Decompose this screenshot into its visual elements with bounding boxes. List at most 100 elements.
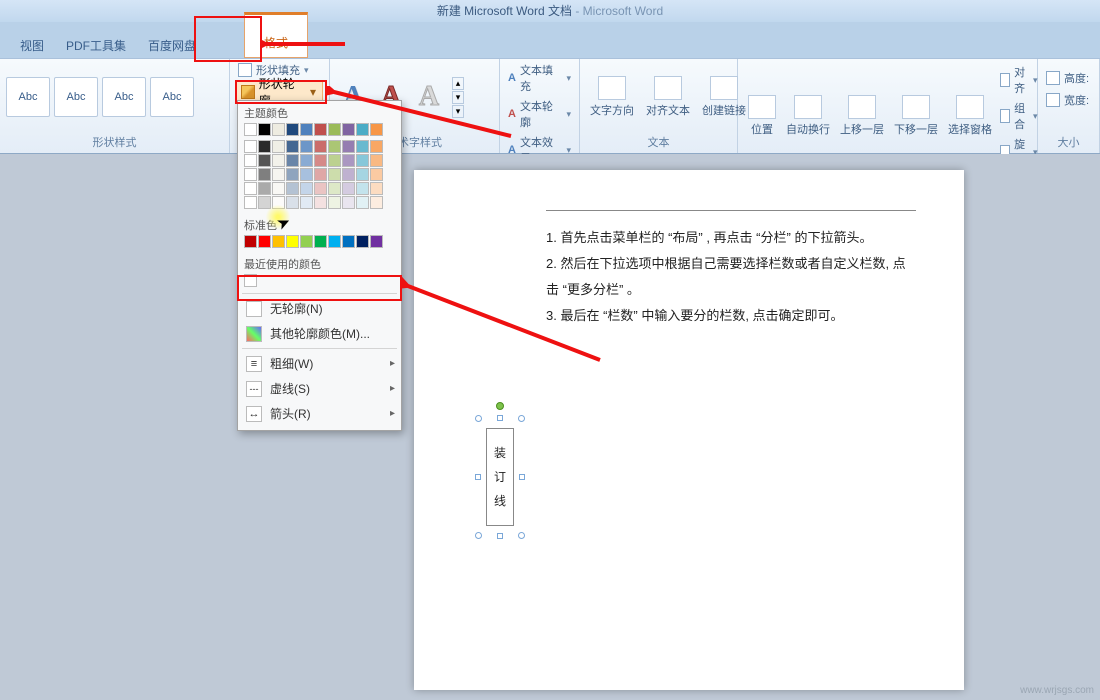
shape-style-2[interactable]: Abc bbox=[54, 77, 98, 117]
text-outline-button[interactable]: A文本轮廓▾ bbox=[506, 97, 573, 131]
color-swatch[interactable] bbox=[328, 123, 341, 136]
color-swatch[interactable] bbox=[328, 168, 341, 181]
arrows-item[interactable]: ↔ 箭头(R)▸ bbox=[238, 401, 401, 426]
color-swatch[interactable] bbox=[342, 196, 355, 209]
color-swatch[interactable] bbox=[370, 182, 383, 195]
selection-pane-button[interactable]: 选择窗格 bbox=[944, 93, 996, 139]
color-swatch[interactable] bbox=[300, 182, 313, 195]
tab-format-contextual[interactable]: 格式 bbox=[244, 12, 308, 58]
resize-handle[interactable] bbox=[475, 474, 481, 480]
color-swatch[interactable] bbox=[356, 196, 369, 209]
color-swatch[interactable] bbox=[342, 123, 355, 136]
color-swatch[interactable] bbox=[286, 182, 299, 195]
color-swatch[interactable] bbox=[328, 182, 341, 195]
selected-textbox[interactable]: 装订线 bbox=[478, 418, 522, 536]
color-swatch[interactable] bbox=[244, 235, 257, 248]
tab-pdfkit[interactable]: PDF工具集 bbox=[56, 31, 136, 58]
color-swatch[interactable] bbox=[286, 235, 299, 248]
resize-handle[interactable] bbox=[519, 474, 525, 480]
color-swatch[interactable] bbox=[244, 168, 257, 181]
color-swatch[interactable] bbox=[272, 154, 285, 167]
color-swatch[interactable] bbox=[328, 196, 341, 209]
color-swatch[interactable] bbox=[272, 168, 285, 181]
text-fill-button[interactable]: A文本填充▾ bbox=[506, 61, 573, 95]
color-swatch[interactable] bbox=[258, 123, 271, 136]
shape-style-3[interactable]: Abc bbox=[102, 77, 146, 117]
wordart-style-3[interactable]: A bbox=[412, 80, 446, 114]
rotate-handle[interactable] bbox=[496, 402, 504, 410]
gallery-more-icon[interactable]: ▾ bbox=[452, 105, 464, 118]
color-swatch[interactable] bbox=[356, 140, 369, 153]
align-menu-button[interactable]: 对齐▾ bbox=[998, 63, 1040, 97]
align-text-button[interactable]: 对齐文本 bbox=[642, 74, 694, 120]
gallery-down-icon[interactable]: ▾ bbox=[452, 91, 464, 104]
wrap-text-button[interactable]: 自动换行 bbox=[782, 93, 834, 139]
color-swatch[interactable] bbox=[314, 140, 327, 153]
color-swatch[interactable] bbox=[314, 235, 327, 248]
resize-handle[interactable] bbox=[497, 415, 503, 421]
resize-handle[interactable] bbox=[475, 532, 482, 539]
color-swatch[interactable] bbox=[258, 182, 271, 195]
recent-swatch[interactable] bbox=[244, 274, 257, 287]
color-swatch[interactable] bbox=[272, 182, 285, 195]
color-swatch[interactable] bbox=[286, 123, 299, 136]
send-backward-button[interactable]: 下移一层 bbox=[890, 93, 942, 139]
color-swatch[interactable] bbox=[342, 168, 355, 181]
color-swatch[interactable] bbox=[314, 123, 327, 136]
color-swatch[interactable] bbox=[370, 168, 383, 181]
color-swatch[interactable] bbox=[300, 154, 313, 167]
tab-baidu[interactable]: 百度网盘 bbox=[138, 31, 206, 58]
width-field[interactable]: 宽度: bbox=[1044, 91, 1093, 109]
color-swatch[interactable] bbox=[370, 196, 383, 209]
color-swatch[interactable] bbox=[272, 235, 285, 248]
shape-style-1[interactable]: Abc bbox=[6, 77, 50, 117]
bring-forward-button[interactable]: 上移一层 bbox=[836, 93, 888, 139]
position-button[interactable]: 位置 bbox=[744, 93, 780, 139]
color-swatch[interactable] bbox=[286, 154, 299, 167]
color-swatch[interactable] bbox=[328, 140, 341, 153]
color-swatch[interactable] bbox=[356, 123, 369, 136]
color-swatch[interactable] bbox=[356, 182, 369, 195]
color-swatch[interactable] bbox=[342, 182, 355, 195]
color-swatch[interactable] bbox=[356, 168, 369, 181]
color-swatch[interactable] bbox=[314, 196, 327, 209]
color-swatch[interactable] bbox=[328, 235, 341, 248]
color-swatch[interactable] bbox=[244, 182, 257, 195]
color-swatch[interactable] bbox=[300, 123, 313, 136]
color-swatch[interactable] bbox=[286, 196, 299, 209]
gallery-up-icon[interactable]: ▴ bbox=[452, 77, 464, 90]
color-swatch[interactable] bbox=[370, 123, 383, 136]
resize-handle[interactable] bbox=[518, 532, 525, 539]
color-swatch[interactable] bbox=[286, 140, 299, 153]
color-swatch[interactable] bbox=[328, 154, 341, 167]
shape-style-4[interactable]: Abc bbox=[150, 77, 194, 117]
color-swatch[interactable] bbox=[300, 196, 313, 209]
color-swatch[interactable] bbox=[314, 154, 327, 167]
color-swatch[interactable] bbox=[258, 154, 271, 167]
resize-handle[interactable] bbox=[518, 415, 525, 422]
color-swatch[interactable] bbox=[272, 140, 285, 153]
color-swatch[interactable] bbox=[342, 235, 355, 248]
color-swatch[interactable] bbox=[244, 154, 257, 167]
color-swatch[interactable] bbox=[356, 235, 369, 248]
color-swatch[interactable] bbox=[342, 154, 355, 167]
color-swatch[interactable] bbox=[244, 123, 257, 136]
color-swatch[interactable] bbox=[272, 123, 285, 136]
height-field[interactable]: 高度: bbox=[1044, 69, 1093, 87]
color-swatch[interactable] bbox=[342, 140, 355, 153]
color-swatch[interactable] bbox=[370, 235, 383, 248]
color-swatch[interactable] bbox=[300, 235, 313, 248]
color-swatch[interactable] bbox=[244, 140, 257, 153]
tab-view[interactable]: 视图 bbox=[10, 31, 54, 58]
color-swatch[interactable] bbox=[356, 154, 369, 167]
color-swatch[interactable] bbox=[314, 182, 327, 195]
color-swatch[interactable] bbox=[258, 168, 271, 181]
resize-handle[interactable] bbox=[475, 415, 482, 422]
color-swatch[interactable] bbox=[314, 168, 327, 181]
color-swatch[interactable] bbox=[258, 235, 271, 248]
no-outline-item[interactable]: 无轮廓(N) bbox=[238, 296, 401, 321]
text-direction-button[interactable]: 文字方向 bbox=[586, 74, 638, 120]
more-colors-item[interactable]: 其他轮廓颜色(M)... bbox=[238, 321, 401, 346]
dashes-item[interactable]: --- 虚线(S)▸ bbox=[238, 376, 401, 401]
resize-handle[interactable] bbox=[497, 533, 503, 539]
